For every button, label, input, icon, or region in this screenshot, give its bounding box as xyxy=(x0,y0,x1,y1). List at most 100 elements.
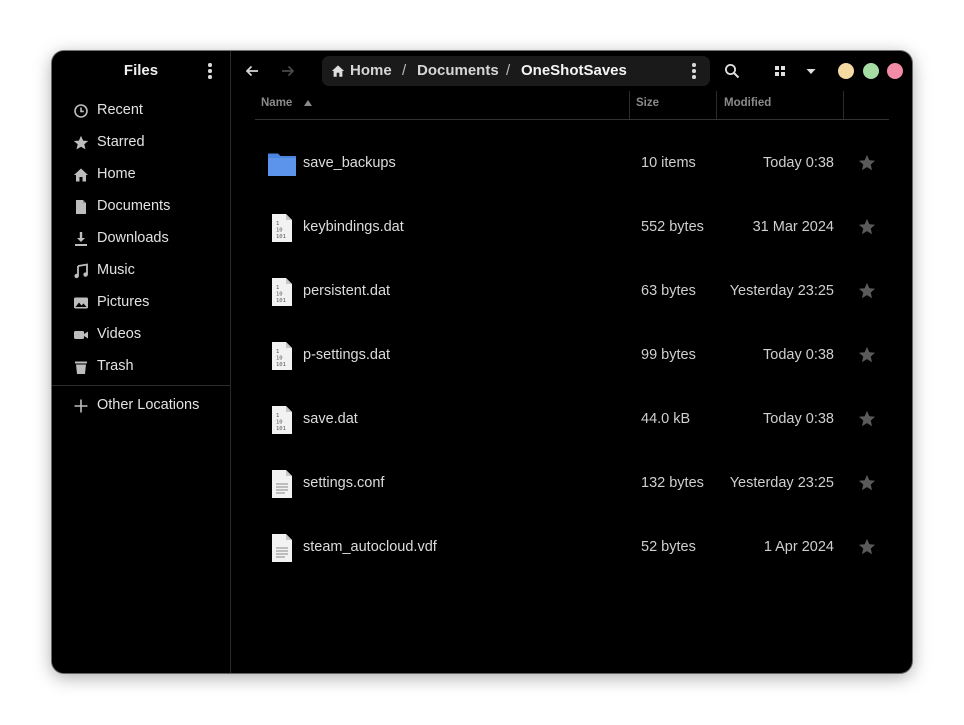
file-name: keybindings.dat xyxy=(303,219,404,235)
clock-icon xyxy=(74,104,88,118)
home-icon xyxy=(74,168,88,182)
music-icon xyxy=(74,263,88,279)
sidebar: Files Recent Starred Home Documents Down… xyxy=(52,51,231,673)
sidebar-item-label: Pictures xyxy=(97,294,150,310)
star-toggle-icon[interactable] xyxy=(858,538,876,556)
minimize-button[interactable] xyxy=(838,63,854,79)
close-button[interactable] xyxy=(887,63,903,79)
svg-text:101: 101 xyxy=(276,234,286,240)
sidebar-item-label: Music xyxy=(97,262,135,278)
file-modified: Today 0:38 xyxy=(763,347,834,363)
star-toggle-icon[interactable] xyxy=(858,410,876,428)
home-icon xyxy=(331,65,345,77)
breadcrumb-separator: / xyxy=(506,62,511,79)
file-row[interactable]: 1 10 101 save.dat 44.0 kB Today 0:38 xyxy=(255,388,889,452)
document-icon xyxy=(76,200,86,214)
svg-text:1: 1 xyxy=(276,349,279,355)
sidebar-item-videos[interactable]: Videos xyxy=(52,318,230,350)
binary-file-icon: 1 10 101 xyxy=(272,342,292,370)
file-row[interactable]: steam_autocloud.vdf 52 bytes 1 Apr 2024 xyxy=(255,516,889,580)
search-button[interactable] xyxy=(717,56,747,86)
arrow-left-icon xyxy=(245,65,258,77)
sidebar-item-label: Downloads xyxy=(97,230,169,246)
column-divider xyxy=(716,91,717,119)
file-modified: Today 0:38 xyxy=(763,155,834,171)
file-row[interactable]: settings.conf 132 bytes Yesterday 23:25 xyxy=(255,452,889,516)
arrow-right-icon xyxy=(282,65,295,77)
folder-icon xyxy=(268,153,296,176)
breadcrumb-documents[interactable]: Documents xyxy=(417,62,499,79)
file-modified: Yesterday 23:25 xyxy=(729,283,834,299)
download-icon xyxy=(75,232,87,246)
file-row[interactable]: 1 10 101 p-settings.dat 99 bytes Today 0… xyxy=(255,324,889,388)
trash-icon xyxy=(75,361,87,374)
sidebar-item-home[interactable]: Home xyxy=(52,158,230,190)
file-modified: 31 Mar 2024 xyxy=(752,219,834,235)
sidebar-item-label: Recent xyxy=(97,102,143,118)
column-divider xyxy=(629,91,630,119)
sidebar-item-pictures[interactable]: Pictures xyxy=(52,286,230,318)
file-modified: Yesterday 23:25 xyxy=(729,475,834,491)
file-name: settings.conf xyxy=(303,475,385,491)
chevron-down-icon xyxy=(806,69,816,74)
sidebar-item-label: Documents xyxy=(97,198,171,214)
svg-text:1: 1 xyxy=(276,413,279,419)
sidebar-item-label: Other Locations xyxy=(97,397,200,413)
star-toggle-icon[interactable] xyxy=(858,154,876,172)
file-size: 132 bytes xyxy=(641,475,704,491)
sidebar-item-music[interactable]: Music xyxy=(52,254,230,286)
folder-menu-button[interactable] xyxy=(684,59,704,83)
file-manager-window: Files Recent Starred Home Documents Down… xyxy=(52,51,912,673)
column-header-size[interactable]: Size xyxy=(636,97,659,109)
sidebar-item-label: Videos xyxy=(97,326,142,342)
file-row[interactable]: 1 10 101 keybindings.dat 552 bytes 31 Ma… xyxy=(255,196,889,260)
file-name: save_backups xyxy=(303,155,396,171)
sidebar-item-downloads[interactable]: Downloads xyxy=(52,222,230,254)
text-file-icon xyxy=(272,534,292,562)
star-toggle-icon[interactable] xyxy=(858,218,876,236)
column-divider xyxy=(843,91,844,119)
forward-button[interactable] xyxy=(273,56,303,86)
file-size: 99 bytes xyxy=(641,347,696,363)
plus-icon xyxy=(74,399,88,413)
binary-file-icon: 1 10 101 xyxy=(272,406,292,434)
view-options-dropdown[interactable] xyxy=(796,56,826,86)
column-header-modified[interactable]: Modified xyxy=(724,97,771,109)
sidebar-divider xyxy=(52,385,230,386)
sidebar-item-starred[interactable]: Starred xyxy=(52,126,230,158)
file-size: 44.0 kB xyxy=(641,411,691,427)
column-header-name[interactable]: Name xyxy=(261,97,292,109)
maximize-button[interactable] xyxy=(863,63,879,79)
sidebar-item-recent[interactable]: Recent xyxy=(52,94,230,126)
binary-file-icon: 1 10 101 xyxy=(272,278,292,306)
svg-text:1: 1 xyxy=(276,285,279,291)
sidebar-item-trash[interactable]: Trash xyxy=(52,350,230,382)
sidebar-item-other-locations[interactable]: Other Locations xyxy=(52,389,230,421)
breadcrumb-current-folder[interactable]: OneShotSaves xyxy=(521,62,627,79)
text-file-icon xyxy=(272,470,292,498)
file-modified: Today 0:38 xyxy=(763,411,834,427)
view-toggle-button[interactable] xyxy=(765,56,795,86)
svg-text:10: 10 xyxy=(276,292,283,298)
main-menu-button[interactable] xyxy=(200,59,220,83)
svg-text:101: 101 xyxy=(276,298,286,304)
sidebar-item-label: Home xyxy=(97,166,136,182)
star-toggle-icon[interactable] xyxy=(858,346,876,364)
star-icon xyxy=(73,135,89,150)
sidebar-header: Files xyxy=(52,51,230,91)
back-button[interactable] xyxy=(237,56,267,86)
breadcrumb-home[interactable]: Home xyxy=(350,62,392,79)
file-name: p-settings.dat xyxy=(303,347,391,363)
breadcrumb-separator: / xyxy=(402,62,407,79)
sidebar-item-documents[interactable]: Documents xyxy=(52,190,230,222)
grid-view-icon xyxy=(775,66,785,76)
path-bar: Home / Documents / OneShotSaves xyxy=(322,56,710,86)
file-size: 552 bytes xyxy=(641,219,704,235)
star-toggle-icon[interactable] xyxy=(858,282,876,300)
binary-file-icon: 1 10 101 xyxy=(272,214,292,242)
file-row[interactable]: save_backups 10 items Today 0:38 xyxy=(255,132,889,196)
search-icon xyxy=(725,64,740,79)
file-name: save.dat xyxy=(303,411,358,427)
file-row[interactable]: 1 10 101 persistent.dat 63 bytes Yesterd… xyxy=(255,260,889,324)
star-toggle-icon[interactable] xyxy=(858,474,876,492)
